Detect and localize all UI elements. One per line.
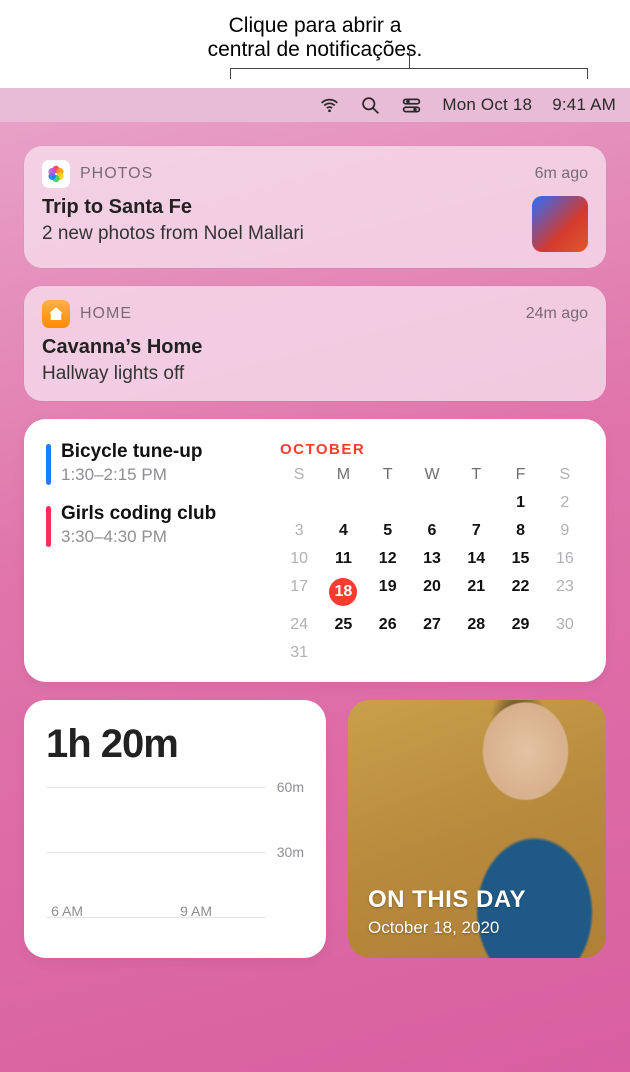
calendar-day[interactable]: 10 xyxy=(280,550,318,568)
calendar-dow: M xyxy=(324,466,362,484)
calendar-events: Bicycle tune-up 1:30–2:15 PM Girls codin… xyxy=(46,441,262,662)
callout-line2: central de notificações. xyxy=(20,38,610,62)
photos-app-icon xyxy=(42,160,70,188)
calendar-day[interactable]: 3 xyxy=(280,522,318,540)
calendar-month-label: OCTOBER xyxy=(280,441,584,458)
calendar-day[interactable]: 25 xyxy=(324,616,362,634)
notification-photos[interactable]: PHOTOS 6m ago Trip to Santa Fe 2 new pho… xyxy=(24,146,606,268)
notification-app-name: HOME xyxy=(80,305,516,323)
notification-subtitle: Hallway lights off xyxy=(42,363,588,385)
calendar-grid[interactable]: OCTOBER SMTWTFS 123456789101112131415161… xyxy=(280,441,584,662)
notification-app-name: PHOTOS xyxy=(80,165,525,183)
calendar-day[interactable]: 26 xyxy=(369,616,407,634)
calendar-day[interactable]: 27 xyxy=(413,616,451,634)
callout-bracket xyxy=(230,68,588,86)
event-title: Girls coding club xyxy=(61,503,216,525)
callout: Clique para abrir a central de notificaç… xyxy=(0,0,630,68)
notification-center-region: Mon Oct 18 9:41 AM xyxy=(0,88,630,1072)
notification-title: Trip to Santa Fe xyxy=(42,196,518,219)
calendar-dow: T xyxy=(369,466,407,484)
calendar-day[interactable]: 22 xyxy=(501,578,539,606)
event-color-bar xyxy=(46,506,51,547)
calendar-dow: T xyxy=(457,466,495,484)
calendar-dow: S xyxy=(546,466,584,484)
event-time: 1:30–2:15 PM xyxy=(61,465,202,485)
wifi-icon[interactable] xyxy=(319,95,340,116)
calendar-dow: F xyxy=(501,466,539,484)
notification-subtitle: 2 new photos from Noel Mallari xyxy=(42,223,518,245)
notification-thumbnail xyxy=(532,196,588,252)
notification-time-ago: 24m ago xyxy=(526,305,588,323)
calendar-day[interactable]: 29 xyxy=(501,616,539,634)
callout-line1: Clique para abrir a xyxy=(20,14,610,38)
calendar-day[interactable]: 16 xyxy=(546,550,584,568)
screen-time-chart: 30m60m6 AM9 AM xyxy=(46,787,304,917)
calendar-widget[interactable]: Bicycle tune-up 1:30–2:15 PM Girls codin… xyxy=(24,419,606,682)
chart-y-tick: 60m xyxy=(277,779,304,795)
chart-x-label: 9 AM xyxy=(180,903,212,919)
notification-time-ago: 6m ago xyxy=(535,165,588,183)
calendar-day[interactable]: 7 xyxy=(457,522,495,540)
menu-bar[interactable]: Mon Oct 18 9:41 AM xyxy=(0,88,630,122)
calendar-day[interactable]: 23 xyxy=(546,578,584,606)
notification-home[interactable]: HOME 24m ago Cavanna’s Home Hallway ligh… xyxy=(24,286,606,401)
on-this-day-title: ON THIS DAY xyxy=(368,886,526,914)
calendar-day[interactable]: 9 xyxy=(546,522,584,540)
event-color-bar xyxy=(46,444,51,485)
calendar-event[interactable]: Girls coding club 3:30–4:30 PM xyxy=(46,503,262,547)
calendar-day[interactable]: 2 xyxy=(546,494,584,512)
calendar-day[interactable]: 12 xyxy=(369,550,407,568)
calendar-day[interactable]: 24 xyxy=(280,616,318,634)
calendar-day[interactable]: 15 xyxy=(501,550,539,568)
calendar-day[interactable]: 21 xyxy=(457,578,495,606)
screen-time-total: 1h 20m xyxy=(46,722,304,767)
calendar-event[interactable]: Bicycle tune-up 1:30–2:15 PM xyxy=(46,441,262,485)
notification-title: Cavanna’s Home xyxy=(42,336,588,359)
calendar-day[interactable]: 19 xyxy=(369,578,407,606)
calendar-day[interactable]: 30 xyxy=(546,616,584,634)
calendar-day[interactable]: 4 xyxy=(324,522,362,540)
calendar-day[interactable]: 28 xyxy=(457,616,495,634)
calendar-day[interactable]: 1 xyxy=(501,494,539,512)
calendar-day[interactable]: 17 xyxy=(280,578,318,606)
calendar-day[interactable]: 14 xyxy=(457,550,495,568)
spotlight-search-icon[interactable] xyxy=(360,95,381,116)
calendar-day[interactable]: 8 xyxy=(501,522,539,540)
calendar-day[interactable]: 13 xyxy=(413,550,451,568)
calendar-day[interactable]: 11 xyxy=(324,550,362,568)
calendar-dow: W xyxy=(413,466,451,484)
notification-center: PHOTOS 6m ago Trip to Santa Fe 2 new pho… xyxy=(0,122,630,1072)
control-center-icon[interactable] xyxy=(401,95,422,116)
event-title: Bicycle tune-up xyxy=(61,441,202,463)
menubar-date[interactable]: Mon Oct 18 xyxy=(442,95,532,115)
calendar-day[interactable]: 31 xyxy=(280,644,318,662)
screen-time-widget[interactable]: 1h 20m 30m 60m 6 AM 9 AM xyxy=(24,700,326,958)
home-app-icon xyxy=(42,300,70,328)
calendar-dow: S xyxy=(280,466,318,484)
chart-y-tick: 30m xyxy=(277,844,304,860)
calendar-day[interactable]: 20 xyxy=(413,578,451,606)
calendar-day[interactable]: 6 xyxy=(413,522,451,540)
event-time: 3:30–4:30 PM xyxy=(61,527,216,547)
calendar-day[interactable]: 18 xyxy=(324,578,362,606)
on-this-day-widget[interactable]: ON THIS DAY October 18, 2020 xyxy=(348,700,606,958)
menubar-time[interactable]: 9:41 AM xyxy=(552,95,616,115)
calendar-day[interactable]: 5 xyxy=(369,522,407,540)
chart-x-label: 6 AM xyxy=(51,903,83,919)
on-this-day-date: October 18, 2020 xyxy=(368,918,526,938)
